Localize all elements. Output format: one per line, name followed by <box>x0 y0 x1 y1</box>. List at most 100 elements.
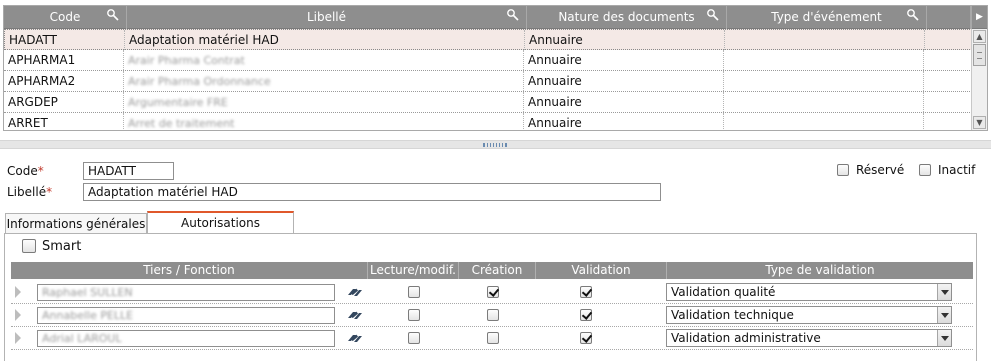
link-icon[interactable] <box>346 332 364 345</box>
splitter-grip-icon[interactable] <box>483 143 507 147</box>
creation-checkbox[interactable] <box>487 332 499 344</box>
cell-nature: Annuaire <box>524 50 724 70</box>
table-row[interactable]: APHARMA1 Arair Pharma Contrat Annuaire <box>4 50 972 71</box>
permissions-header: Tiers / Fonction Lecture/modif. Création… <box>11 262 973 279</box>
col-header-nature-label: Nature des documents <box>558 10 695 24</box>
link-icon[interactable] <box>346 309 364 322</box>
cell-libelle: Arair Pharma Contrat <box>124 50 524 70</box>
table-row[interactable]: ARRET Arret de traitement Annuaire <box>4 113 972 130</box>
expand-arrow-icon[interactable] <box>15 332 21 344</box>
dropdown-arrow-icon[interactable] <box>937 284 951 300</box>
filter-icon[interactable] <box>106 8 120 22</box>
cell-type <box>724 50 924 70</box>
validation-checkbox[interactable] <box>580 332 592 344</box>
col-header-libelle[interactable]: Libellé <box>127 6 527 29</box>
cell-libelle: Arair Pharma Ordonnance <box>124 71 524 91</box>
inactif-checkbox[interactable] <box>919 164 931 176</box>
col-header-tiers: Tiers / Fonction <box>11 262 368 279</box>
type-validation-value: Validation qualité <box>671 285 776 299</box>
reserve-label: Réservé <box>856 163 905 177</box>
col-header-libelle-label: Libellé <box>306 10 347 24</box>
filter-icon[interactable] <box>906 8 920 22</box>
filter-icon[interactable] <box>706 8 720 22</box>
smart-checkbox[interactable] <box>22 239 36 253</box>
tiers-input[interactable]: Annabelle PELLE <box>37 307 335 324</box>
lecture-checkbox[interactable] <box>408 332 420 344</box>
scrollbar-thumb[interactable] <box>973 44 986 66</box>
filter-icon[interactable] <box>506 8 520 22</box>
col-header-type-validation: Type de validation <box>765 263 875 277</box>
cell-type <box>725 30 925 50</box>
scroll-right-icon[interactable]: ▶ <box>971 6 987 29</box>
lecture-checkbox[interactable] <box>408 286 420 298</box>
table-row[interactable]: APHARMA2 Arair Pharma Ordonnance Annuair… <box>4 71 972 92</box>
cell-code: APHARMA1 <box>4 50 124 70</box>
scroll-up-icon[interactable]: ▲ <box>973 30 986 43</box>
cell-nature: Annuaire <box>524 71 724 91</box>
permission-row: Annabelle PELLE Validation technique <box>11 304 973 327</box>
type-validation-value: Validation technique <box>671 308 794 322</box>
dropdown-arrow-icon[interactable] <box>937 307 951 323</box>
link-icon[interactable] <box>346 286 364 299</box>
validation-checkbox[interactable] <box>580 286 592 298</box>
creation-checkbox[interactable] <box>487 286 499 298</box>
cell-type <box>724 92 924 112</box>
inactif-label: Inactif <box>938 163 976 177</box>
cell-libelle-text: Arair Pharma Ordonnance <box>128 75 271 88</box>
col-header-nature[interactable]: Nature des documents <box>527 6 727 29</box>
tab-autorisations[interactable]: Autorisations <box>147 211 294 233</box>
permission-row: Raphael SULLEN Validation qualité <box>11 281 973 304</box>
type-validation-select[interactable]: Validation qualité <box>666 283 952 301</box>
tiers-name: Annabelle PELLE <box>42 309 134 322</box>
grid-header: Code Libellé Nature des documents Type d… <box>4 6 987 29</box>
lecture-checkbox[interactable] <box>408 309 420 321</box>
cell-code: ARGDEP <box>4 92 124 112</box>
col-header-code-label: Code <box>49 10 81 24</box>
type-validation-select[interactable]: Validation technique <box>666 306 952 324</box>
cell-type <box>724 113 924 130</box>
tiers-input[interactable]: Raphael SULLEN <box>37 284 335 301</box>
col-header-creation: Création <box>459 262 536 279</box>
cell-libelle: Arret de traitement <box>124 113 524 130</box>
libelle-label: Libellé* <box>7 185 53 199</box>
cell-code: HADATT <box>5 30 125 50</box>
smart-label: Smart <box>42 239 82 254</box>
col-header-type-label: Type d'événement <box>771 10 882 24</box>
grid-vertical-scrollbar[interactable]: ▲ ▼ <box>971 29 987 130</box>
tab-informations-generales[interactable]: Informations générales <box>5 213 147 234</box>
cell-libelle: Adaptation matériel HAD <box>125 30 525 50</box>
cell-libelle: Argumentaire FRE <box>124 92 524 112</box>
permission-row: Adrial LAROUL Validation administrative <box>11 327 973 350</box>
cell-code: APHARMA2 <box>4 71 124 91</box>
type-validation-value: Validation administrative <box>671 331 821 345</box>
cell-libelle-text: Arret de traitement <box>128 117 235 130</box>
col-header-extra <box>927 6 971 29</box>
cell-libelle-text: Arair Pharma Contrat <box>128 54 245 67</box>
scroll-down-icon[interactable]: ▼ <box>973 116 986 129</box>
col-header-type[interactable]: Type d'événement <box>727 6 927 29</box>
col-header-code[interactable]: Code <box>4 6 127 29</box>
pane-splitter[interactable] <box>0 140 991 149</box>
cell-code: ARRET <box>4 113 124 130</box>
creation-checkbox[interactable] <box>487 309 499 321</box>
validation-checkbox[interactable] <box>580 309 592 321</box>
code-label: Code* <box>7 164 44 178</box>
table-row[interactable]: HADATT Adaptation matériel HAD Annuaire <box>4 29 972 50</box>
libelle-input[interactable]: Adaptation matériel HAD <box>83 183 661 201</box>
type-validation-select[interactable]: Validation administrative <box>666 329 952 347</box>
code-input[interactable]: HADATT <box>83 162 174 180</box>
cell-nature: Annuaire <box>525 30 725 50</box>
tiers-input[interactable]: Adrial LAROUL <box>37 330 335 347</box>
col-header-lecture: Lecture/modif. <box>368 262 459 279</box>
table-row[interactable]: ARGDEP Argumentaire FRE Annuaire <box>4 92 972 113</box>
cell-nature: Annuaire <box>524 92 724 112</box>
tiers-name: Adrial LAROUL <box>42 332 122 345</box>
required-mark: * <box>37 164 44 178</box>
expand-arrow-icon[interactable] <box>15 286 21 298</box>
dropdown-arrow-icon[interactable] <box>937 330 951 346</box>
cell-libelle-text: Argumentaire FRE <box>128 96 228 109</box>
reserve-checkbox[interactable] <box>837 164 849 176</box>
cell-type <box>724 71 924 91</box>
expand-arrow-icon[interactable] <box>15 309 21 321</box>
tiers-name: Raphael SULLEN <box>42 286 133 299</box>
